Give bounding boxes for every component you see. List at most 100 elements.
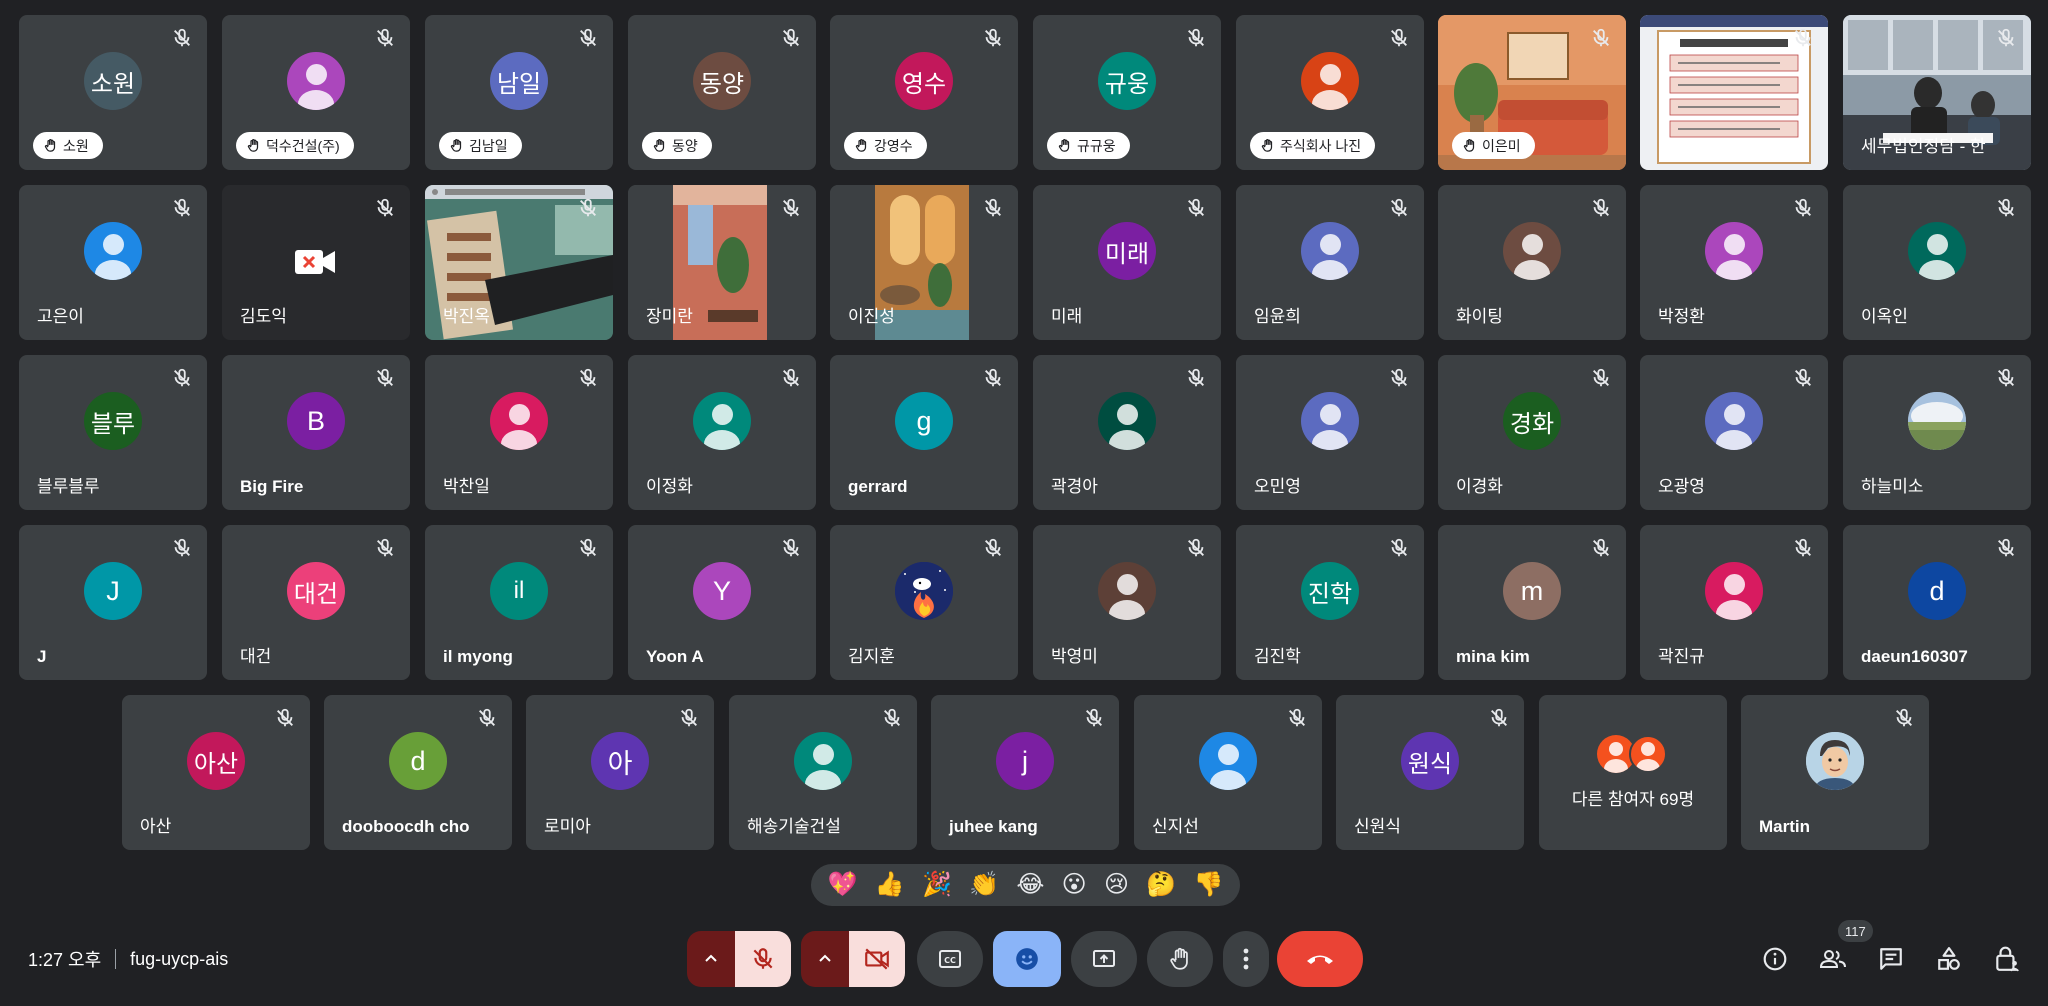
person-icon-head bbox=[305, 64, 327, 85]
avatar: g bbox=[895, 392, 953, 450]
participant-tile[interactable]: Martin bbox=[1741, 695, 1929, 850]
reaction-emoji-button[interactable]: 🤔 bbox=[1146, 873, 1176, 897]
participant-tile[interactable]: 박찬일 bbox=[425, 355, 613, 510]
participant-tile[interactable]: B Big Fire bbox=[222, 355, 410, 510]
participant-tile[interactable]: 이정화 bbox=[628, 355, 816, 510]
participant-tile[interactable]: 이은미 bbox=[1438, 15, 1626, 170]
participant-tile[interactable]: m mina kim bbox=[1438, 525, 1626, 680]
reaction-emoji-button[interactable]: 😢 bbox=[1104, 873, 1129, 897]
participant-tile[interactable]: 박정환 bbox=[1640, 185, 1828, 340]
mic-off-icon bbox=[1488, 707, 1510, 729]
people-button[interactable] bbox=[1817, 943, 1849, 975]
participant-name: 이정화 bbox=[646, 477, 693, 496]
avatar: d bbox=[389, 732, 447, 790]
audio-options-button[interactable] bbox=[687, 931, 735, 987]
participant-tile[interactable]: il il myong bbox=[425, 525, 613, 680]
raise-hand-button[interactable] bbox=[1147, 931, 1213, 987]
participant-tile[interactable]: d dooboocdh cho bbox=[324, 695, 512, 850]
participant-tile[interactable]: 오광영 bbox=[1640, 355, 1828, 510]
participant-tile[interactable]: Y Yoon A bbox=[628, 525, 816, 680]
participant-tile[interactable]: 원식 신원식 bbox=[1336, 695, 1524, 850]
emoji-button[interactable] bbox=[993, 931, 1061, 987]
participant-tile[interactable]: 남일 김남일 bbox=[425, 15, 613, 170]
video-options-button[interactable] bbox=[801, 931, 849, 987]
participant-tile[interactable]: 박은정 bbox=[1640, 15, 1828, 170]
participant-tile[interactable]: 곽경아 bbox=[1033, 355, 1221, 510]
participant-tile[interactable]: 다른 참여자 69명 bbox=[1539, 695, 1727, 850]
participant-tile[interactable]: JJ bbox=[19, 525, 207, 680]
participant-tile[interactable]: 김도익 bbox=[222, 185, 410, 340]
camera-toggle-button[interactable] bbox=[849, 931, 905, 987]
participant-tile[interactable]: j juhee kang bbox=[931, 695, 1119, 850]
participant-tile[interactable]: d daeun160307 bbox=[1843, 525, 2031, 680]
participant-name: 미래 bbox=[1051, 307, 1083, 326]
person-icon-body bbox=[704, 430, 740, 450]
mic-off-icon bbox=[1388, 27, 1410, 49]
reaction-emoji-button[interactable]: 🎉 bbox=[922, 873, 952, 897]
mic-toggle-button[interactable] bbox=[735, 931, 791, 987]
participant-tile[interactable]: 경화 이경화 bbox=[1438, 355, 1626, 510]
avatar-initials: 블루 bbox=[90, 410, 136, 438]
reaction-emoji-button[interactable]: 😮 bbox=[1062, 873, 1087, 897]
participant-tile[interactable]: 해송기술건설 bbox=[729, 695, 917, 850]
person-icon-head bbox=[1723, 404, 1745, 425]
participant-tile[interactable]: 하늘미소 bbox=[1843, 355, 2031, 510]
participant-name: 오광영 bbox=[1658, 477, 1705, 496]
mic-off-icon bbox=[1995, 27, 2017, 49]
participant-tile[interactable]: 세무법인정담 - 한 bbox=[1843, 15, 2031, 170]
participant-tile[interactable]: 김지훈 bbox=[830, 525, 1018, 680]
chat-button[interactable] bbox=[1875, 943, 1907, 975]
participant-tile[interactable]: 영수 강영수 bbox=[830, 15, 1018, 170]
name-pill: 규규웅 bbox=[1047, 132, 1130, 159]
more-options-button[interactable] bbox=[1223, 931, 1269, 987]
mic-off-icon bbox=[780, 537, 802, 559]
participant-tile[interactable]: 소원 소원 bbox=[19, 15, 207, 170]
captions-button[interactable]: CC bbox=[917, 931, 983, 987]
avatar bbox=[895, 562, 953, 620]
avatar: 규웅 bbox=[1098, 52, 1156, 110]
participant-tile[interactable]: 신지선 bbox=[1134, 695, 1322, 850]
person-icon-head bbox=[1319, 404, 1341, 425]
reaction-emoji-button[interactable]: 👍 bbox=[875, 873, 905, 897]
meeting-details-button[interactable] bbox=[1759, 943, 1791, 975]
participant-tile[interactable]: 이진성 bbox=[830, 185, 1018, 340]
participant-tile[interactable]: 박진옥 bbox=[425, 185, 613, 340]
participant-tile[interactable]: 주식회사 나진 bbox=[1236, 15, 1424, 170]
mic-off-icon bbox=[577, 537, 599, 559]
participant-tile[interactable]: 이옥인 bbox=[1843, 185, 2031, 340]
participant-tile[interactable]: 오민영 bbox=[1236, 355, 1424, 510]
activities-button[interactable] bbox=[1933, 943, 1965, 975]
participant-tile[interactable]: 규웅규규웅 bbox=[1033, 15, 1221, 170]
participant-tile[interactable]: 동양 동양 bbox=[628, 15, 816, 170]
participant-tile[interactable]: 고은이 bbox=[19, 185, 207, 340]
leave-call-button[interactable] bbox=[1277, 931, 1363, 987]
participant-name: 김지훈 bbox=[848, 647, 895, 666]
reaction-emoji-button[interactable]: 💖 bbox=[828, 873, 858, 897]
participant-name: 박찬일 bbox=[443, 477, 490, 496]
avatar bbox=[1806, 732, 1864, 790]
host-controls-button[interactable] bbox=[1991, 943, 2023, 975]
participant-tile[interactable]: 대건 대건 bbox=[222, 525, 410, 680]
participant-tile[interactable]: 임윤희 bbox=[1236, 185, 1424, 340]
mic-off-icon bbox=[982, 367, 1004, 389]
avatar: 경화 bbox=[1503, 392, 1561, 450]
participant-tile[interactable]: 박영미 bbox=[1033, 525, 1221, 680]
participant-tile[interactable]: 미래 미래 bbox=[1033, 185, 1221, 340]
participant-tile[interactable]: 곽진규 bbox=[1640, 525, 1828, 680]
participant-tile[interactable]: 덕수건설(주) bbox=[222, 15, 410, 170]
participant-tile[interactable]: 화이팅 bbox=[1438, 185, 1626, 340]
reaction-emoji-button[interactable]: 😂 bbox=[1016, 873, 1044, 897]
reaction-emoji-button[interactable]: 👎 bbox=[1193, 873, 1223, 897]
participant-tile[interactable]: 블루 블루블루 bbox=[19, 355, 207, 510]
present-screen-button[interactable] bbox=[1071, 931, 1137, 987]
participant-tile[interactable]: 아산 아산 bbox=[122, 695, 310, 850]
avatar: 아 bbox=[591, 732, 649, 790]
participant-tile[interactable]: 진학 김진학 bbox=[1236, 525, 1424, 680]
participant-name: 박은정 bbox=[1658, 137, 1705, 156]
participant-tile[interactable]: 장미란 bbox=[628, 185, 816, 340]
participant-tile[interactable]: g gerrard bbox=[830, 355, 1018, 510]
participant-tile[interactable]: 아 로미아 bbox=[526, 695, 714, 850]
hand-icon bbox=[1057, 138, 1072, 153]
mic-off-icon bbox=[1185, 537, 1207, 559]
reaction-emoji-button[interactable]: 👏 bbox=[969, 873, 999, 897]
